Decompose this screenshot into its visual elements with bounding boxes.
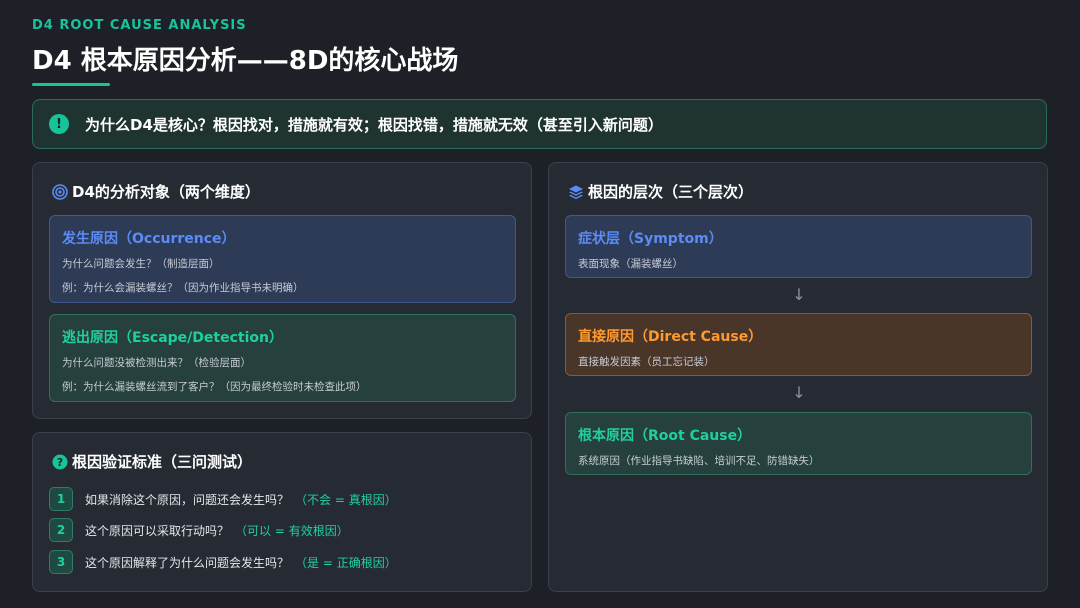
analysis-panel-heading: D4的分析对象（两个维度） <box>51 181 260 202</box>
analysis-panel-title: D4的分析对象（两个维度） <box>72 183 260 201</box>
occurrence-line-2: 例：为什么会漏装螺丝？（因为作业指导书未明确） <box>62 282 304 294</box>
banner-text: 为什么D4是核心？根因找对，措施就有效；根因找错，措施就无效（甚至引入新问题） <box>85 115 663 134</box>
page-title: D4 根本原因分析——8D的核心战场 <box>32 46 459 76</box>
target-icon <box>51 183 69 201</box>
slide: D4 ROOT CAUSE ANALYSIS D4 根本原因分析——8D的核心战… <box>0 0 1080 608</box>
title-underline <box>32 83 110 86</box>
layers-icon <box>567 183 585 201</box>
direct-cause-card: 直接原因（Direct Cause） 直接触发因素（员工忘记装） <box>565 313 1032 376</box>
test-row: 1 如果消除这个原因，问题还会发生吗？ （不会 = 真根因） <box>49 487 397 511</box>
occurrence-title: 发生原因（Occurrence） <box>62 231 236 247</box>
escape-card: 逃出原因（Escape/Detection） 为什么问题没被检测出来？（检验层面… <box>49 314 516 402</box>
escape-line-1: 为什么问题没被检测出来？（检验层面） <box>62 357 251 369</box>
occurrence-card: 发生原因（Occurrence） 为什么问题会发生？（制造层面） 例：为什么会漏… <box>49 215 516 303</box>
symptom-title: 症状层（Symptom） <box>578 231 723 247</box>
root-cause-title: 根本原因（Root Cause） <box>578 428 752 444</box>
test-number: 3 <box>49 550 73 574</box>
symptom-desc: 表面现象（漏装螺丝） <box>578 258 683 270</box>
test-answer: （可以 = 有效根因） <box>235 523 349 538</box>
verification-panel-heading: ? 根因验证标准（三问测试） <box>51 451 252 472</box>
verification-panel-title: 根因验证标准（三问测试） <box>72 453 253 471</box>
test-question: 这个原因可以采取行动吗？ <box>85 523 230 538</box>
test-question: 这个原因解释了为什么问题会发生吗？ <box>85 555 290 570</box>
test-row: 2 这个原因可以采取行动吗？ （可以 = 有效根因） <box>49 518 349 542</box>
analysis-objects-panel: D4的分析对象（两个维度） 发生原因（Occurrence） 为什么问题会发生？… <box>32 162 532 419</box>
arrow-down-icon: ↓ <box>792 285 806 304</box>
exclamation-icon: ! <box>49 114 69 134</box>
test-question: 如果消除这个原因，问题还会发生吗？ <box>85 492 290 507</box>
verification-panel: ? 根因验证标准（三问测试） 1 如果消除这个原因，问题还会发生吗？ （不会 =… <box>32 432 532 592</box>
symptom-level-card: 症状层（Symptom） 表面现象（漏装螺丝） <box>565 215 1032 278</box>
question-icon: ? <box>51 453 69 471</box>
test-answer: （不会 = 真根因） <box>295 492 397 507</box>
levels-panel-heading: 根因的层次（三个层次） <box>567 181 753 202</box>
cause-levels-panel: 根因的层次（三个层次） 症状层（Symptom） 表面现象（漏装螺丝） ↓ 直接… <box>548 162 1048 592</box>
levels-panel-title: 根因的层次（三个层次） <box>588 183 754 201</box>
test-answer: （是 = 正确根因） <box>295 555 397 570</box>
eyebrow-label: D4 ROOT CAUSE ANALYSIS <box>32 18 247 33</box>
direct-cause-title: 直接原因（Direct Cause） <box>578 329 763 345</box>
test-number: 1 <box>49 487 73 511</box>
svg-text:?: ? <box>57 456 63 469</box>
arrow-down-icon: ↓ <box>792 383 806 402</box>
test-number: 2 <box>49 518 73 542</box>
escape-line-2: 例：为什么漏装螺丝流到了客户？（因为最终检验时未检查此项） <box>62 381 367 393</box>
direct-cause-desc: 直接触发因素（员工忘记装） <box>578 356 715 368</box>
escape-title: 逃出原因（Escape/Detection） <box>62 330 283 346</box>
root-cause-card: 根本原因（Root Cause） 系统原因（作业指导书缺陷、培训不足、防错缺失） <box>565 412 1032 475</box>
root-cause-desc: 系统原因（作业指导书缺陷、培训不足、防错缺失） <box>578 455 820 467</box>
key-insight-banner: ! 为什么D4是核心？根因找对，措施就有效；根因找错，措施就无效（甚至引入新问题… <box>32 99 1047 149</box>
test-row: 3 这个原因解释了为什么问题会发生吗？ （是 = 正确根因） <box>49 550 397 574</box>
occurrence-line-1: 为什么问题会发生？（制造层面） <box>62 258 220 270</box>
